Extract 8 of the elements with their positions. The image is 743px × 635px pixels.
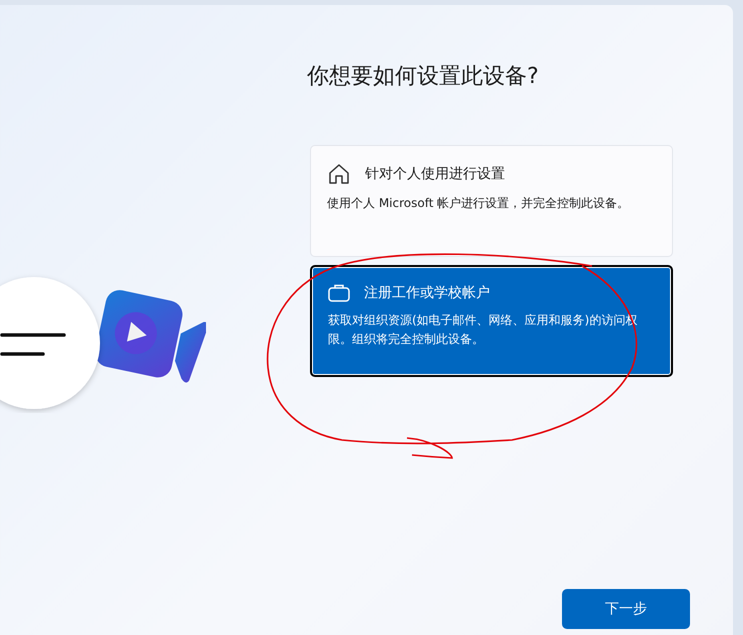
option-description: 使用个人 Microsoft 帐户进行设置，并完全控制此设备。 — [327, 195, 630, 212]
option-heading: 针对个人使用进行设置 — [365, 165, 505, 183]
briefcase-icon — [328, 283, 350, 303]
home-icon — [327, 162, 351, 186]
option-heading: 注册工作或学校帐户 — [364, 284, 490, 302]
option-card[interactable]: 针对个人使用进行设置 使用个人 Microsoft 帐户进行设置，并完全控制此设备。 — [310, 145, 673, 257]
page-title: 你想要如何设置此设备? — [307, 63, 539, 91]
next-button[interactable]: 下一步 — [562, 589, 690, 629]
